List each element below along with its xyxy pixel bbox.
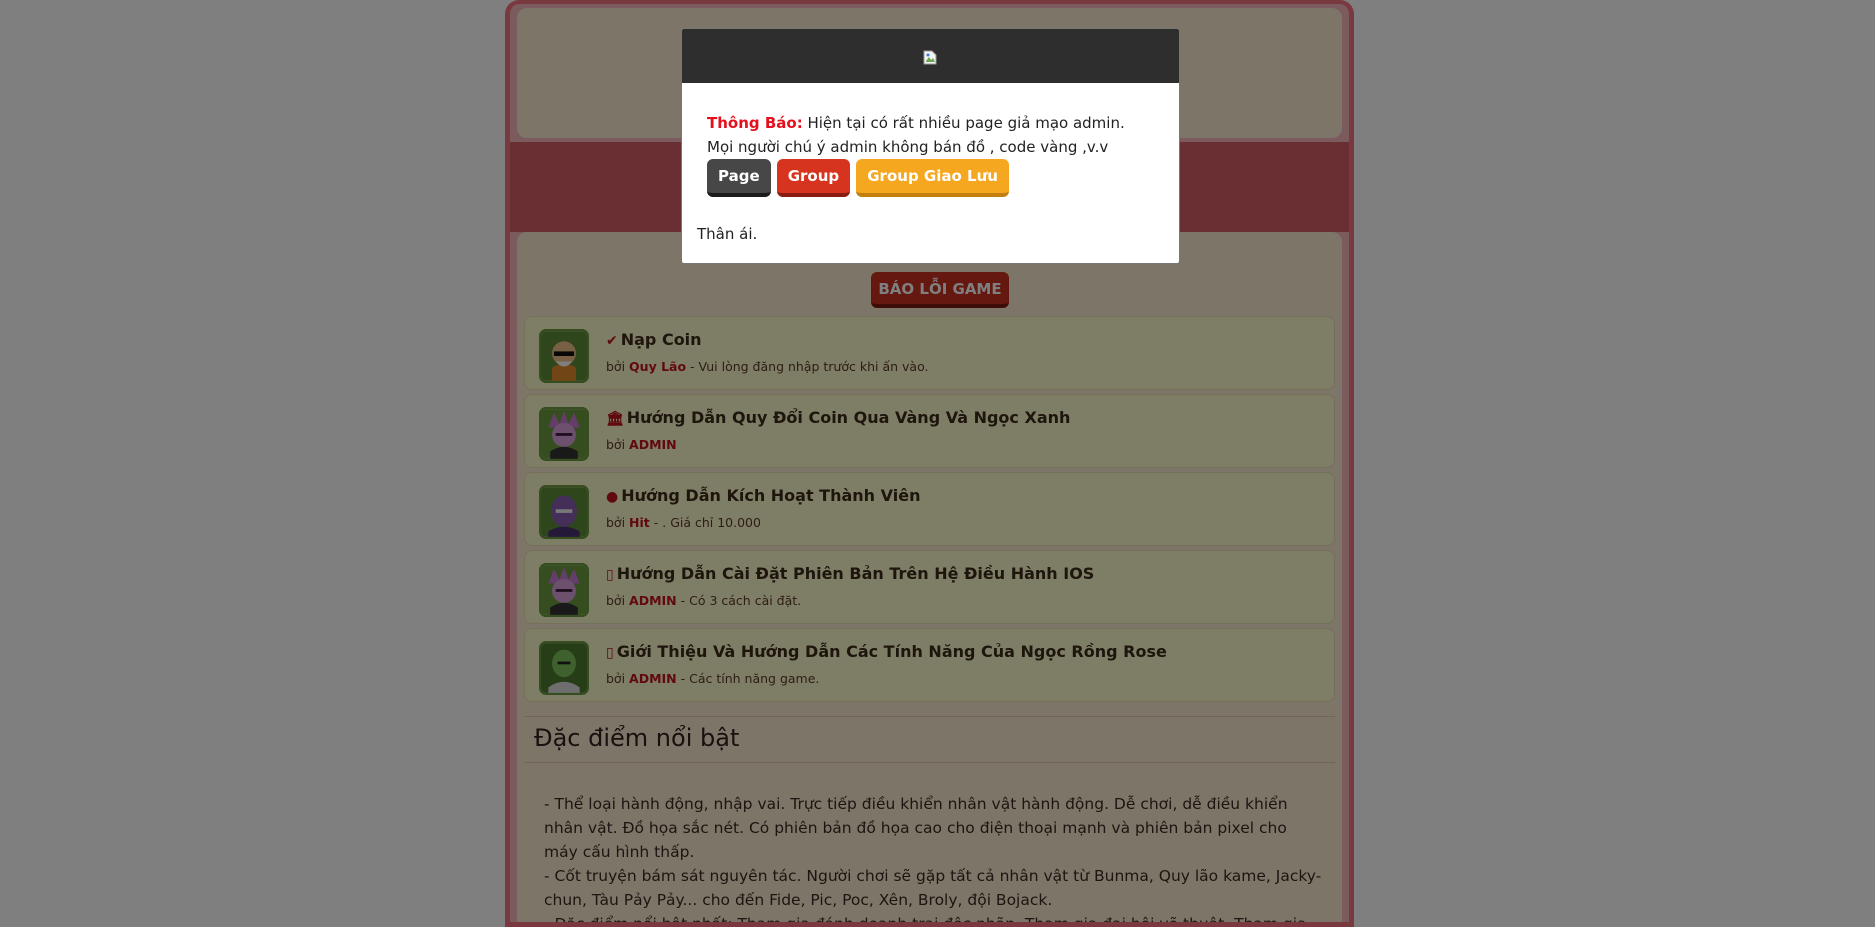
notice-label: Thông Báo:	[707, 114, 803, 132]
link-buttons: Page Group Group Giao Lưu	[707, 159, 1010, 197]
notice-text: Thông Báo: Hiện tại có rất nhiều page gi…	[707, 111, 1147, 159]
notice-modal: Thông Báo: Hiện tại có rất nhiều page gi…	[681, 28, 1180, 264]
group-giao-luu-button[interactable]: Group Giao Lưu	[856, 159, 1009, 197]
modal-header	[682, 29, 1179, 83]
broken-image-icon	[923, 50, 937, 65]
signoff-text: Thân ái.	[697, 225, 758, 243]
page-button[interactable]: Page	[707, 159, 771, 197]
group-button[interactable]: Group	[776, 159, 851, 197]
